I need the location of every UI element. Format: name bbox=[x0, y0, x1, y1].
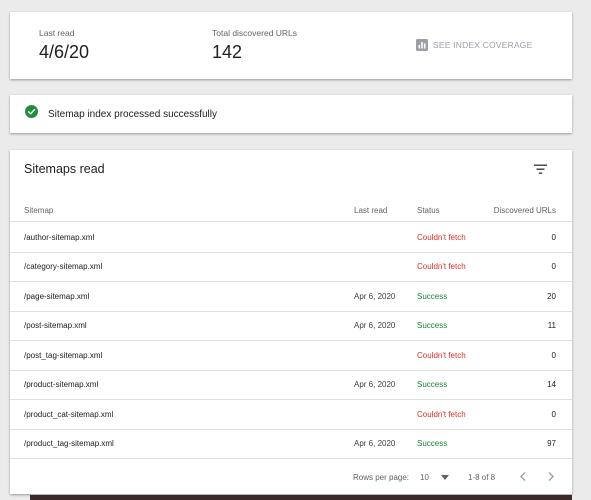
table-row[interactable]: /author-sitemap.xml Couldn't fetch 0 bbox=[10, 223, 572, 253]
status-cell: Success bbox=[417, 380, 448, 390]
table-row[interactable]: /product_cat-sitemap.xml Couldn't fetch 0 bbox=[10, 400, 572, 430]
status-cell: Success bbox=[417, 439, 448, 449]
sitemaps-table-card: Sitemaps read Sitemap Last read Status D… bbox=[10, 150, 572, 494]
sitemap-cell: /product_cat-sitemap.xml bbox=[24, 409, 114, 419]
chevron-left-icon bbox=[520, 471, 526, 483]
last-read-cell: Apr 6, 2020 bbox=[354, 380, 396, 390]
processing-status-card: Sitemap index processed successfully bbox=[10, 95, 572, 133]
rows-per-page-value: 10 bbox=[420, 472, 429, 482]
sitemap-cell: /post_tag-sitemap.xml bbox=[24, 350, 103, 360]
table-row[interactable]: /product-sitemap.xml Apr 6, 2020 Success 14 bbox=[10, 371, 572, 400]
dropdown-arrow-icon bbox=[440, 473, 449, 482]
discovered-urls-cell: 97 bbox=[547, 439, 556, 449]
discovered-urls-cell: 0 bbox=[551, 409, 556, 419]
sitemap-cell: /author-sitemap.xml bbox=[24, 232, 95, 242]
sitemap-cell: /product_tag-sitemap.xml bbox=[24, 439, 114, 449]
last-read-cell: Apr 6, 2020 bbox=[354, 321, 396, 331]
status-cell: Couldn't fetch bbox=[417, 232, 466, 242]
chevron-right-icon bbox=[548, 471, 554, 483]
last-read-cell: Apr 6, 2020 bbox=[354, 439, 396, 449]
taskbar-strip bbox=[30, 495, 572, 500]
discovered-urls-cell: 0 bbox=[551, 262, 556, 272]
status-cell: Couldn't fetch bbox=[417, 409, 466, 419]
discovered-urls-cell: 0 bbox=[551, 232, 556, 242]
filter-icon bbox=[534, 162, 547, 179]
status-message: Sitemap index processed successfully bbox=[48, 108, 217, 120]
last-read-label: Last read bbox=[39, 28, 75, 38]
status-cell: Couldn't fetch bbox=[417, 350, 466, 360]
see-index-coverage-button[interactable]: SEE INDEX COVERAGE bbox=[416, 39, 533, 51]
pagination: Rows per page: 10 1-8 of 8 bbox=[10, 467, 572, 487]
rows-per-page-label: Rows per page: bbox=[353, 472, 410, 482]
header-status[interactable]: Status bbox=[417, 200, 440, 221]
bar-chart-icon bbox=[416, 39, 428, 51]
prev-page-button[interactable] bbox=[520, 467, 526, 487]
sitemap-cell: /category-sitemap.xml bbox=[24, 262, 103, 272]
table-row[interactable]: /page-sitemap.xml Apr 6, 2020 Success 20 bbox=[10, 282, 572, 312]
status-cell: Success bbox=[417, 321, 448, 331]
table-row[interactable]: /category-sitemap.xml Couldn't fetch 0 bbox=[10, 253, 572, 282]
summary-card: Last read 4/6/20 Total discovered URLs 1… bbox=[10, 12, 572, 79]
status-cell: Success bbox=[417, 291, 448, 301]
next-page-button[interactable] bbox=[548, 467, 554, 487]
discovered-urls-cell: 14 bbox=[547, 380, 556, 390]
table-row[interactable]: /product_tag-sitemap.xml Apr 6, 2020 Succe… bbox=[10, 430, 572, 459]
header-last-read[interactable]: Last read bbox=[354, 200, 387, 221]
last-read-value: 4/6/20 bbox=[39, 42, 90, 62]
status-cell: Couldn't fetch bbox=[417, 262, 466, 272]
total-urls-label: Total discovered URLs bbox=[212, 28, 298, 38]
discovered-urls-cell: 0 bbox=[551, 350, 556, 360]
total-urls-value: 142 bbox=[212, 42, 243, 62]
check-circle-icon bbox=[25, 105, 38, 123]
sitemap-cell: /product-sitemap.xml bbox=[24, 380, 99, 390]
discovered-urls-cell: 11 bbox=[547, 321, 556, 331]
table-header: Sitemap Last read Status Discovered URLs bbox=[10, 200, 572, 222]
table-row[interactable]: /post-sitemap.xml Apr 6, 2020 Success 11 bbox=[10, 312, 572, 341]
header-discovered-urls[interactable]: Discovered URLs bbox=[494, 200, 556, 221]
header-sitemap[interactable]: Sitemap bbox=[24, 200, 53, 221]
total-urls-stat: Total discovered URLs 142 bbox=[212, 28, 297, 63]
table-title: Sitemaps read bbox=[24, 162, 105, 176]
see-index-coverage-label: SEE INDEX COVERAGE bbox=[433, 40, 533, 50]
last-read-stat: Last read 4/6/20 bbox=[39, 28, 89, 63]
rows-per-page-select[interactable]: 10 bbox=[420, 467, 449, 487]
last-read-cell: Apr 6, 2020 bbox=[354, 291, 396, 301]
page-range: 1-8 of 8 bbox=[468, 472, 496, 482]
filter-button[interactable] bbox=[534, 162, 547, 180]
discovered-urls-cell: 20 bbox=[547, 291, 556, 301]
table-row[interactable]: /post_tag-sitemap.xml Couldn't fetch 0 bbox=[10, 341, 572, 371]
sitemap-cell: /post-sitemap.xml bbox=[24, 321, 87, 331]
sitemap-cell: /page-sitemap.xml bbox=[24, 291, 90, 301]
